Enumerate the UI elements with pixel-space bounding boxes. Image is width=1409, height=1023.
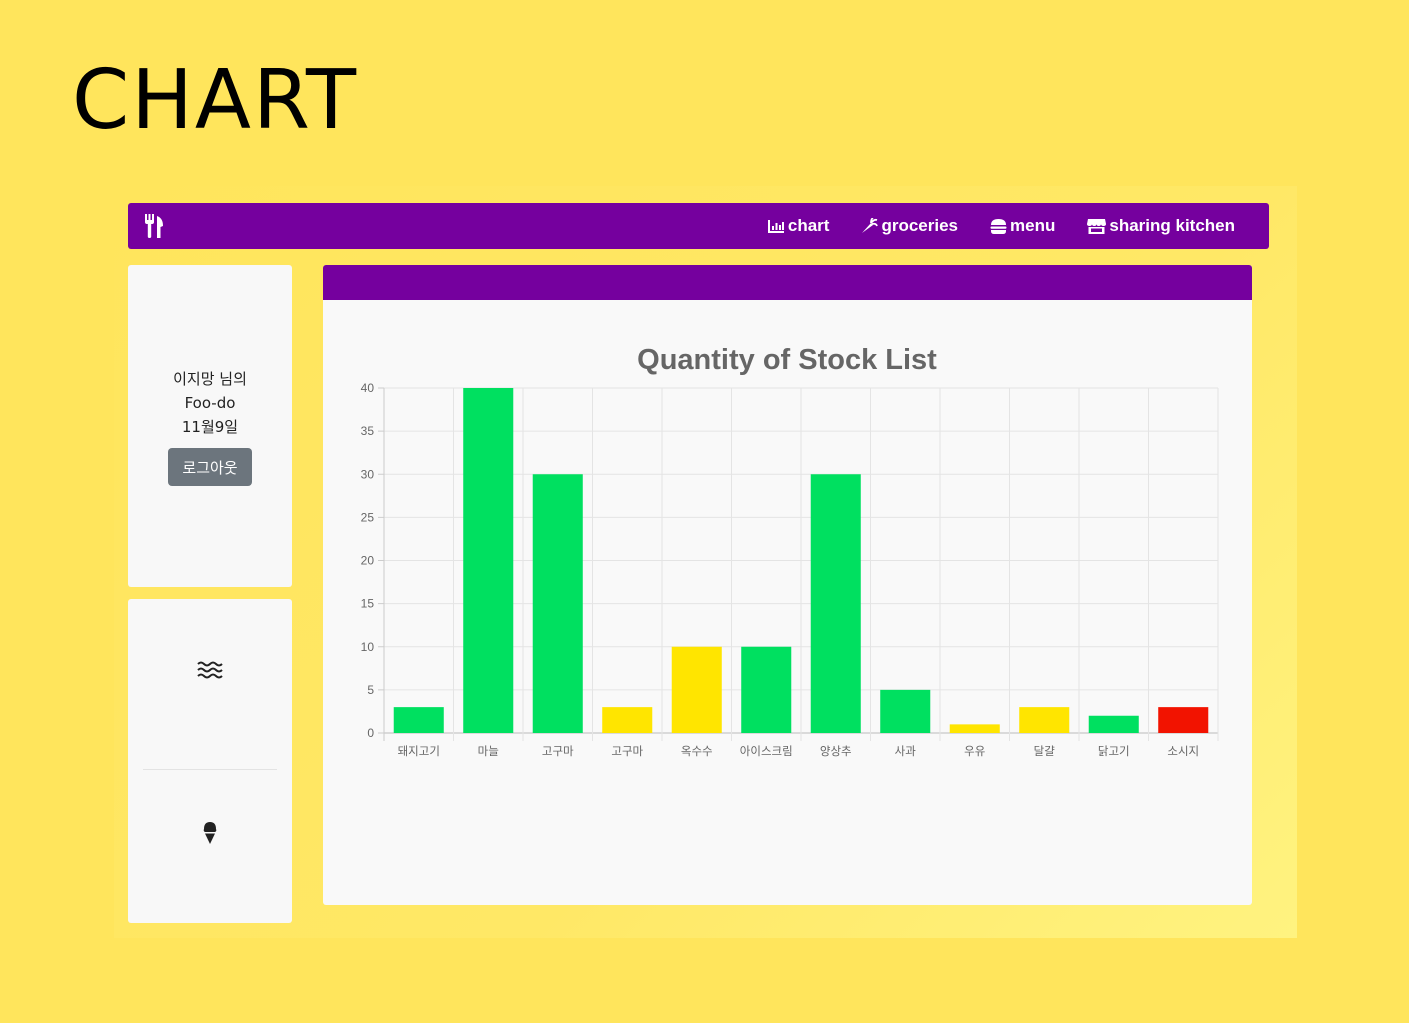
burger-icon — [990, 218, 1007, 234]
x-tick-label: 돼지고기 — [398, 744, 440, 758]
bar[interactable] — [532, 474, 583, 733]
side-menu-divider — [143, 769, 277, 770]
nav-chart[interactable]: chart — [767, 216, 830, 236]
y-tick-label: 40 — [361, 381, 375, 395]
chart-title: Quantity of Stock List — [637, 344, 937, 376]
y-tick-label: 20 — [361, 554, 375, 568]
water-waves-icon[interactable] — [197, 661, 223, 679]
bar[interactable] — [949, 724, 1000, 733]
x-tick-label: 아이스크림 — [740, 744, 793, 758]
profile-user-name: 이지망 님의 — [173, 370, 247, 388]
x-tick-label: 사과 — [895, 744, 917, 758]
bar[interactable] — [602, 707, 653, 733]
utensils-icon[interactable] — [144, 214, 164, 238]
bar[interactable] — [1019, 707, 1070, 733]
profile-date: 11월9일 — [181, 418, 239, 436]
ice-cream-icon[interactable] — [202, 821, 218, 845]
nav-links: chart groceries menu sharing kitchen — [767, 203, 1235, 249]
y-tick-label: 35 — [361, 424, 375, 438]
side-menu-card — [128, 599, 292, 923]
x-tick-label: 마늘 — [478, 744, 499, 758]
chart-card-header — [323, 265, 1252, 300]
bar[interactable] — [1088, 715, 1139, 733]
nav-chart-label: chart — [787, 216, 830, 235]
nav-sharing-kitchen-label: sharing kitchen — [1109, 216, 1235, 235]
x-tick-label: 우유 — [964, 744, 985, 758]
y-tick-label: 10 — [361, 640, 375, 654]
bar[interactable] — [463, 388, 514, 733]
y-tick-label: 15 — [361, 597, 375, 611]
app-window: chart groceries menu sharing kitchen 이지망… — [114, 186, 1297, 938]
nav-groceries-label: groceries — [881, 216, 959, 235]
top-navbar: chart groceries menu sharing kitchen — [128, 203, 1269, 249]
profile-card: 이지망 님의 Foo-do 11월9일 로그아웃 — [128, 265, 292, 587]
profile-info: 이지망 님의 Foo-do 11월9일 — [128, 367, 292, 439]
y-tick-label: 5 — [367, 683, 374, 697]
chart-icon — [767, 220, 784, 233]
nav-menu-label: menu — [1010, 216, 1056, 235]
store-icon — [1087, 219, 1107, 234]
page: CHART chart groceries menu sharing kitch… — [0, 0, 1409, 1023]
logout-button[interactable]: 로그아웃 — [168, 448, 252, 486]
nav-menu[interactable]: menu — [990, 216, 1055, 236]
x-tick-label: 고구마 — [611, 744, 643, 758]
bar[interactable] — [1158, 707, 1209, 733]
bar[interactable] — [393, 707, 444, 733]
page-heading: CHART — [72, 53, 359, 148]
x-tick-label: 옥수수 — [681, 744, 713, 758]
bar[interactable] — [810, 474, 861, 733]
nav-sharing-kitchen[interactable]: sharing kitchen — [1087, 216, 1235, 236]
y-tick-label: 25 — [361, 510, 375, 524]
stock-bar-chart: Quantity of Stock List 0 5 10 15 20 25 30 35 40 돼… — [361, 344, 1219, 758]
carrot-icon — [862, 218, 879, 233]
bar[interactable] — [880, 689, 931, 733]
nav-groceries[interactable]: groceries — [861, 216, 958, 236]
bar[interactable] — [671, 646, 722, 733]
x-tick-label: 양상추 — [820, 744, 852, 758]
y-tick-label: 0 — [367, 726, 374, 740]
y-tick-label: 30 — [361, 467, 375, 481]
x-tick-label: 고구마 — [542, 744, 574, 758]
x-tick-label: 닭고기 — [1098, 744, 1130, 758]
x-tick-label: 소시지 — [1167, 744, 1199, 758]
chart-card: Quantity of Stock List 0 5 10 15 20 25 30 35 40 돼… — [323, 265, 1252, 905]
x-tick-label: 달걀 — [1034, 744, 1056, 758]
bar[interactable] — [741, 646, 792, 733]
profile-app-name: Foo-do — [184, 394, 236, 412]
